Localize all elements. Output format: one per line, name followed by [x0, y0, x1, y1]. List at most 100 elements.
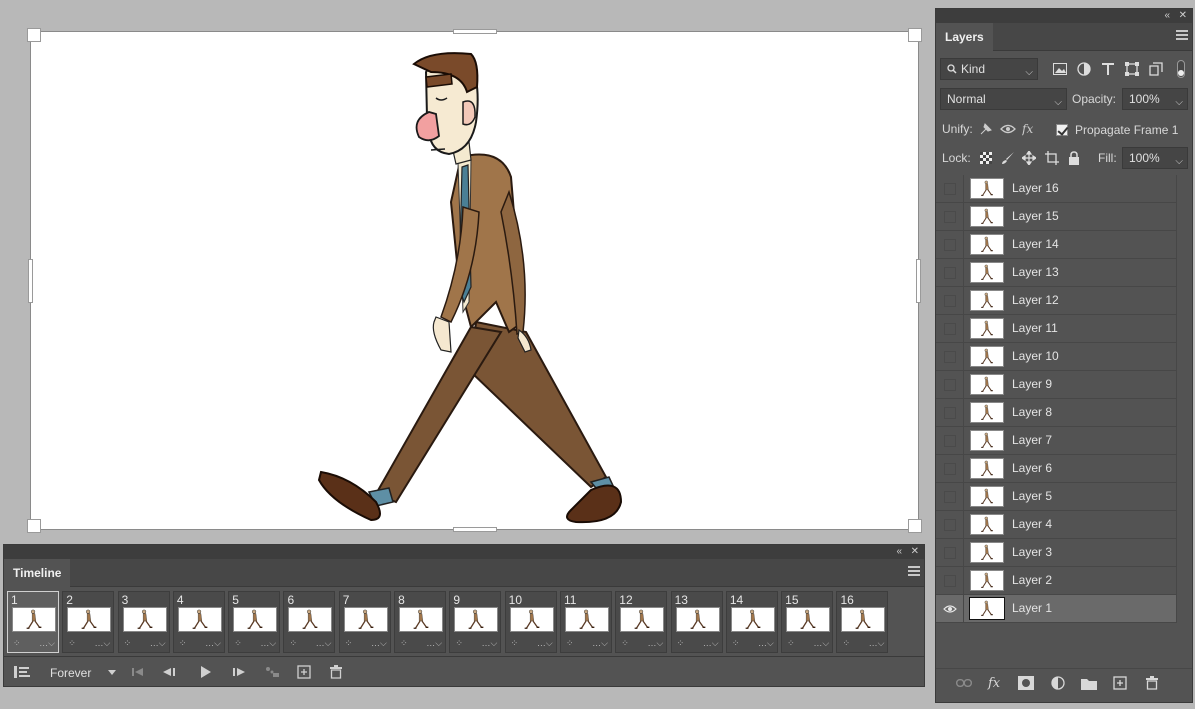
tween-icon[interactable]	[262, 663, 282, 681]
convert-to-video-icon[interactable]	[12, 663, 32, 681]
layer-visibility-toggle[interactable]	[936, 595, 964, 622]
layer-visibility-toggle[interactable]	[936, 203, 964, 230]
filter-adjustment-icon[interactable]	[1075, 60, 1093, 78]
layer-visibility-toggle[interactable]	[936, 231, 964, 258]
frame-delay-select[interactable]: ⁘ …⌵	[455, 638, 497, 650]
layer-visibility-toggle[interactable]	[936, 455, 964, 482]
frame-delay-select[interactable]: ⁘ …⌵	[400, 638, 442, 650]
layer-visibility-toggle[interactable]	[936, 175, 964, 202]
previous-frame-icon[interactable]	[160, 663, 180, 681]
transform-handle-right[interactable]	[916, 259, 921, 303]
frame-delay-select[interactable]: ⁘ …⌵	[842, 638, 884, 650]
unify-style-icon[interactable]: fx	[1022, 120, 1040, 138]
timeline-frame[interactable]: 15 ⁘ …⌵	[781, 591, 834, 653]
layer-row[interactable]: Layer 3	[936, 539, 1176, 567]
layer-row[interactable]: Layer 2	[936, 567, 1176, 595]
layer-row[interactable]: Layer 16	[936, 175, 1176, 203]
frame-delay-select[interactable]: ⁘ …⌵	[677, 638, 719, 650]
timeline-frame[interactable]: 13 ⁘ …⌵	[670, 591, 723, 653]
link-layers-icon[interactable]	[954, 674, 974, 692]
transform-handle-top[interactable]	[453, 29, 497, 34]
frame-delay-select[interactable]: ⁘ …⌵	[68, 638, 110, 650]
layer-row[interactable]: Layer 11	[936, 315, 1176, 343]
frame-delay-select[interactable]: ⁘ …⌵	[13, 638, 55, 650]
layer-row[interactable]: Layer 5	[936, 483, 1176, 511]
timeline-frame[interactable]: 4 ⁘ …⌵	[172, 591, 225, 653]
frame-delay-select[interactable]: ⁘ …⌵	[289, 638, 331, 650]
filter-pixel-icon[interactable]	[1051, 60, 1069, 78]
filter-smart-object-icon[interactable]	[1147, 60, 1165, 78]
layer-visibility-toggle[interactable]	[936, 427, 964, 454]
collapse-icon[interactable]: «	[896, 545, 902, 559]
timeline-frame[interactable]: 16 ⁘ …⌵	[836, 591, 889, 653]
timeline-frame[interactable]: 2 ⁘ …⌵	[62, 591, 115, 653]
layer-row[interactable]: Layer 12	[936, 287, 1176, 315]
layer-visibility-toggle[interactable]	[936, 399, 964, 426]
delete-frame-icon[interactable]	[326, 663, 346, 681]
timeline-frame[interactable]: 10 ⁘ …⌵	[504, 591, 557, 653]
timeline-frame[interactable]: 1 ⁘ …⌵	[7, 591, 59, 653]
filter-type-icon[interactable]	[1099, 60, 1117, 78]
first-frame-icon[interactable]	[128, 663, 148, 681]
lock-transparent-icon[interactable]	[977, 149, 995, 167]
frame-delay-select[interactable]: ⁘ …⌵	[732, 638, 774, 650]
filter-toggle-icon[interactable]	[1174, 60, 1188, 78]
layer-visibility-toggle[interactable]	[936, 483, 964, 510]
timeline-frame[interactable]: 9 ⁘ …⌵	[449, 591, 502, 653]
layer-visibility-toggle[interactable]	[936, 287, 964, 314]
layer-row[interactable]: Layer 6	[936, 455, 1176, 483]
layer-row[interactable]: Layer 1	[936, 595, 1176, 623]
timeline-frame[interactable]: 11 ⁘ …⌵	[559, 591, 612, 653]
timeline-frame[interactable]: 6 ⁘ …⌵	[283, 591, 336, 653]
lock-artboard-icon[interactable]	[1043, 149, 1061, 167]
layer-row[interactable]: Layer 4	[936, 511, 1176, 539]
blend-mode-select[interactable]: Normal ⌵	[940, 88, 1067, 110]
transform-handle-bottom-right[interactable]	[908, 519, 922, 533]
frame-delay-select[interactable]: ⁘ …⌵	[179, 638, 221, 650]
transform-handle-bottom-left[interactable]	[27, 519, 41, 533]
transform-handle-left[interactable]	[28, 259, 33, 303]
panel-menu-icon[interactable]	[1176, 30, 1188, 40]
frame-delay-select[interactable]: ⁘ …⌵	[124, 638, 166, 650]
layer-row[interactable]: Layer 8	[936, 399, 1176, 427]
timeline-frame[interactable]: 5 ⁘ …⌵	[228, 591, 281, 653]
lock-brush-icon[interactable]	[999, 149, 1017, 167]
add-mask-icon[interactable]	[1016, 674, 1036, 692]
layer-visibility-toggle[interactable]	[936, 539, 964, 566]
collapse-icon[interactable]: «	[1164, 9, 1170, 23]
close-icon[interactable]: ✕	[911, 545, 919, 559]
layer-row[interactable]: Layer 9	[936, 371, 1176, 399]
frame-delay-select[interactable]: ⁘ …⌵	[566, 638, 608, 650]
propagate-frame-checkbox[interactable]	[1056, 124, 1068, 136]
layer-visibility-toggle[interactable]	[936, 315, 964, 342]
layer-visibility-toggle[interactable]	[936, 567, 964, 594]
new-frame-icon[interactable]	[294, 663, 314, 681]
new-group-icon[interactable]	[1079, 674, 1099, 692]
layer-visibility-toggle[interactable]	[936, 371, 964, 398]
layer-visibility-toggle[interactable]	[936, 259, 964, 286]
timeline-frame[interactable]: 3 ⁘ …⌵	[117, 591, 170, 653]
filter-shape-icon[interactable]	[1123, 60, 1141, 78]
layer-row[interactable]: Layer 15	[936, 203, 1176, 231]
next-frame-icon[interactable]	[230, 663, 250, 681]
layers-tab[interactable]: Layers	[936, 23, 993, 51]
document-canvas[interactable]	[27, 28, 922, 533]
layer-row[interactable]: Layer 14	[936, 231, 1176, 259]
new-layer-icon[interactable]	[1110, 674, 1130, 692]
adjustment-layer-icon[interactable]	[1048, 674, 1068, 692]
frame-delay-select[interactable]: ⁘ …⌵	[787, 638, 829, 650]
transform-handle-top-left[interactable]	[27, 28, 41, 42]
lock-move-icon[interactable]	[1020, 149, 1038, 167]
play-icon[interactable]	[196, 663, 216, 681]
layer-row[interactable]: Layer 10	[936, 343, 1176, 371]
layer-row[interactable]: Layer 13	[936, 259, 1176, 287]
close-icon[interactable]: ✕	[1179, 9, 1187, 23]
timeline-frame[interactable]: 8 ⁘ …⌵	[394, 591, 447, 653]
opacity-input[interactable]: 100% ⌵	[1122, 88, 1188, 110]
loop-options-select[interactable]: Forever	[44, 664, 118, 682]
fill-input[interactable]: 100% ⌵	[1122, 147, 1188, 169]
layer-visibility-toggle[interactable]	[936, 343, 964, 370]
timeline-frame[interactable]: 12 ⁘ …⌵	[615, 591, 668, 653]
frame-delay-select[interactable]: ⁘ …⌵	[234, 638, 276, 650]
frame-delay-select[interactable]: ⁘ …⌵	[345, 638, 387, 650]
